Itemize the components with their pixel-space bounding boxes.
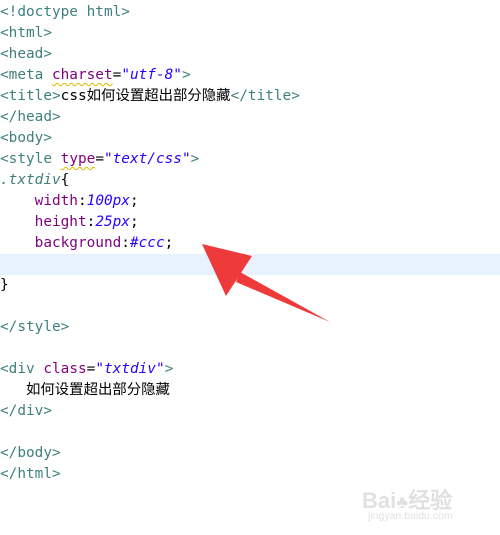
code-editor[interactable]: <!doctype html> <html> <head> <meta charset… <box>0 0 500 535</box>
token-str: "utf-8" <box>121 67 182 83</box>
code-line-title[interactable]: <title>css如何设置超出部分隐藏</title> <box>0 86 500 107</box>
code-line-blank-2[interactable] <box>0 338 500 359</box>
token-tag: <title> <box>0 88 61 104</box>
token-txt: ; <box>164 235 174 251</box>
token-str: "txtdiv" <box>95 361 165 377</box>
token-tag: </style> <box>0 319 70 335</box>
token-txt: : <box>86 214 96 230</box>
token-tag: </html> <box>0 466 61 482</box>
code-line-html-open[interactable]: <html> <box>0 23 500 44</box>
code-line-prop-height[interactable]: height:25px; <box>0 212 500 233</box>
token-str: "text/css" <box>103 151 191 167</box>
code-line-div-close[interactable]: </div> <box>0 401 500 422</box>
token-tag: > <box>181 67 191 83</box>
code-line-body-close[interactable]: </body> <box>0 443 500 464</box>
token-val: #ccc <box>129 235 165 251</box>
token-tag: </div> <box>0 403 52 419</box>
code-line-selector[interactable]: .txtdiv{ <box>0 170 500 191</box>
code-line-blank-3[interactable] <box>0 422 500 443</box>
token-txt: ; <box>129 193 139 209</box>
code-line-style-close[interactable]: </style> <box>0 317 500 338</box>
token-txt: = <box>95 151 104 167</box>
token-attr: charset <box>51 67 113 83</box>
token-cjk: 如何设置超出部分隐藏 <box>26 382 170 398</box>
code-line-div-text[interactable]: 如何设置超出部分隐藏 <box>0 380 500 401</box>
token-sel: .txtdiv <box>0 172 61 188</box>
token-prop: width <box>34 193 78 209</box>
token-tag: <html> <box>0 25 52 41</box>
code-line-prop-width[interactable]: width:100px; <box>0 191 500 212</box>
token-val: 25px <box>95 214 130 230</box>
token-txt: = <box>112 67 122 83</box>
code-line-body-open[interactable]: <body> <box>0 128 500 149</box>
token-tag: <div <box>0 361 44 377</box>
token-tag: <body> <box>0 130 52 146</box>
code-line-blank-1[interactable] <box>0 296 500 317</box>
code-line-brace-close[interactable]: } <box>0 275 500 296</box>
token-attr: type <box>60 151 96 167</box>
token-txt: { <box>60 172 70 188</box>
token-prop: height <box>34 214 87 230</box>
code-line-doctype[interactable]: <!doctype html> <box>0 2 500 23</box>
token-txt: ; <box>129 214 139 230</box>
token-tag: <head> <box>0 46 52 62</box>
token-tag: </body> <box>0 445 61 461</box>
token-prop: background <box>34 235 122 251</box>
token-tag: <style <box>0 151 61 167</box>
baidu-jingyan-watermark: Bai♣经验 jingyan.baidu.com <box>362 483 492 527</box>
token-tag: <meta <box>0 67 52 83</box>
code-line-meta[interactable]: <meta charset="utf-8"> <box>0 65 500 86</box>
code-line-head-open[interactable]: <head> <box>0 44 500 65</box>
token-txt: } <box>0 277 9 293</box>
paw-icon: ♣ <box>396 492 409 512</box>
watermark-url: jingyan.baidu.com <box>368 510 453 522</box>
token-val: 100px <box>86 193 130 209</box>
token-tag: </head> <box>0 109 61 125</box>
code-line-html-close[interactable]: </html> <box>0 464 500 485</box>
token-tag: > <box>190 151 200 167</box>
token-attr: class <box>43 361 87 377</box>
code-line-empty-current[interactable] <box>0 254 500 275</box>
token-cjk: 如何设置超出部分隐藏 <box>86 88 231 104</box>
code-line-style-open[interactable]: <style type="text/css"> <box>0 149 500 170</box>
token-txt: : <box>121 235 130 251</box>
token-tag: > <box>164 361 174 377</box>
code-line-prop-background[interactable]: background:#ccc; <box>0 233 500 254</box>
token-tag: </title> <box>230 88 300 104</box>
code-line-div-open[interactable]: <div class="txtdiv"> <box>0 359 500 380</box>
code-line-head-close[interactable]: </head> <box>0 107 500 128</box>
token-txt: : <box>77 193 87 209</box>
token-txt: css <box>60 88 87 104</box>
token-tag: <!doctype html> <box>0 4 130 20</box>
